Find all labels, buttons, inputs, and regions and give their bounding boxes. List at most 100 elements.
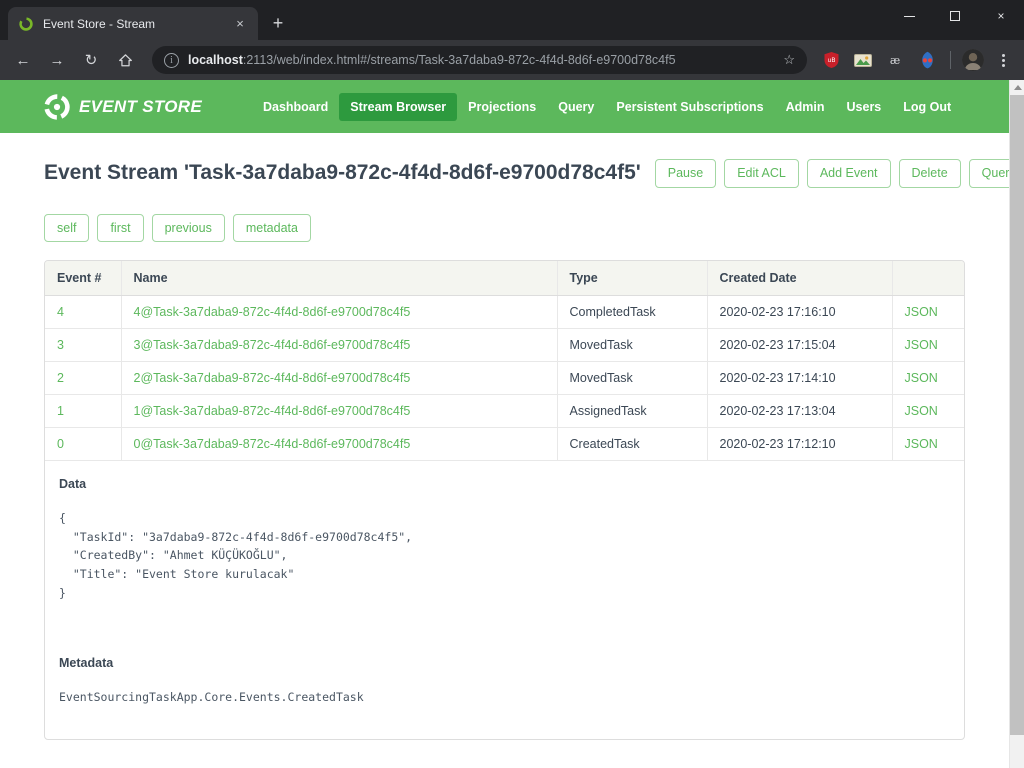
cell-event-number: 4 bbox=[45, 295, 121, 329]
nav-item-stream-browser[interactable]: Stream Browser bbox=[339, 92, 458, 121]
toolbar-divider bbox=[950, 51, 951, 69]
metadata-heading: Metadata bbox=[59, 656, 114, 671]
page-scrollbar[interactable] bbox=[1009, 80, 1024, 768]
col-header-event-number[interactable]: Event # bbox=[45, 261, 121, 296]
stream-panel: Event # Name Type Created Date 4 4@Task-… bbox=[44, 260, 965, 740]
avatar[interactable] bbox=[962, 49, 984, 71]
app-logo[interactable]: EVENT STORE bbox=[44, 93, 202, 120]
nav-item-query[interactable]: Query bbox=[547, 93, 605, 121]
json-link[interactable]: JSON bbox=[905, 437, 938, 451]
cell-created-date: 2020-02-23 17:13:04 bbox=[706, 394, 892, 428]
nav-item-persistent-subscriptions[interactable]: Persistent Subscriptions bbox=[605, 93, 774, 121]
link-self-button[interactable]: self bbox=[44, 213, 90, 242]
eventstore-circle-icon bbox=[18, 16, 34, 32]
edit-acl-button[interactable]: Edit ACL bbox=[724, 159, 799, 188]
forward-icon[interactable]: → bbox=[42, 45, 72, 75]
mask-extension-icon[interactable] bbox=[914, 47, 940, 73]
col-header-format bbox=[891, 261, 964, 296]
cell-event-number: 1 bbox=[45, 394, 121, 428]
event-name-link[interactable]: 0@Task-3a7daba9-872c-4f4d-8d6f-e9700d78c… bbox=[134, 437, 411, 451]
event-name-link[interactable]: 4@Task-3a7daba9-872c-4f4d-8d6f-e9700d78c… bbox=[134, 305, 411, 319]
home-icon[interactable] bbox=[110, 45, 140, 75]
address-bar[interactable]: i localhost:2113/web/index.html#/streams… bbox=[152, 46, 807, 74]
link-previous-button[interactable]: previous bbox=[151, 213, 225, 242]
window-maximize-button[interactable] bbox=[932, 0, 978, 32]
nav-item-projections[interactable]: Projections bbox=[457, 93, 547, 121]
cell-event-number: 3 bbox=[45, 328, 121, 362]
cell-created-date: 2020-02-23 17:16:10 bbox=[706, 295, 892, 329]
scrollbar-up-arrow-icon[interactable] bbox=[1010, 80, 1024, 95]
table-row[interactable]: 4 4@Task-3a7daba9-872c-4f4d-8d6f-e9700d7… bbox=[45, 295, 964, 329]
nav-item-users[interactable]: Users bbox=[836, 93, 893, 121]
cell-type: CompletedTask bbox=[556, 295, 707, 329]
data-heading: Data bbox=[59, 477, 87, 491]
event-number-link[interactable]: 4 bbox=[57, 305, 64, 319]
cell-name: 2@Task-3a7daba9-872c-4f4d-8d6f-e9700d78c… bbox=[120, 361, 557, 395]
delete-button[interactable]: Delete bbox=[898, 159, 961, 188]
scrollbar-thumb[interactable] bbox=[1010, 95, 1024, 735]
col-header-created-date[interactable]: Created Date bbox=[706, 261, 892, 296]
tab-strip: Event Store - Stream × + bbox=[0, 0, 292, 40]
cell-format: JSON bbox=[891, 361, 964, 395]
gallery-icon[interactable] bbox=[850, 47, 876, 73]
link-metadata-button[interactable]: metadata bbox=[232, 213, 311, 242]
nav-item-log-out[interactable]: Log Out bbox=[892, 93, 962, 121]
app-brand-text: EVENT STORE bbox=[79, 96, 202, 116]
cell-created-date: 2020-02-23 17:14:10 bbox=[706, 361, 892, 395]
nav-item-admin[interactable]: Admin bbox=[775, 93, 836, 121]
event-name-link[interactable]: 2@Task-3a7daba9-872c-4f4d-8d6f-e9700d78c… bbox=[134, 371, 411, 385]
col-header-name[interactable]: Name bbox=[120, 261, 557, 296]
event-number-link[interactable]: 2 bbox=[57, 371, 64, 385]
table-row[interactable]: 0 0@Task-3a7daba9-872c-4f4d-8d6f-e9700d7… bbox=[45, 427, 964, 461]
json-link[interactable]: JSON bbox=[905, 338, 938, 352]
window-close-button[interactable]: × bbox=[978, 0, 1024, 32]
add-event-button[interactable]: Add Event bbox=[806, 159, 891, 188]
browser-titlebar: Event Store - Stream × + × bbox=[0, 0, 1024, 40]
chrome-menu-icon[interactable] bbox=[990, 47, 1016, 73]
event-number-link[interactable]: 3 bbox=[57, 338, 64, 352]
metadata-body: EventSourcingTaskApp.Core.Events.Created… bbox=[59, 690, 364, 705]
ublock-origin-icon[interactable]: uB bbox=[818, 47, 844, 73]
cell-event-number: 2 bbox=[45, 361, 121, 395]
page-footer: Event Store 5.0.5.0 · Documentation · Su… bbox=[44, 740, 965, 768]
cell-created-date: 2020-02-23 17:12:10 bbox=[706, 427, 892, 461]
table-row[interactable]: 1 1@Task-3a7daba9-872c-4f4d-8d6f-e9700d7… bbox=[45, 394, 964, 428]
title-row: Event Stream 'Task-3a7daba9-872c-4f4d-8d… bbox=[44, 133, 1024, 196]
window-minimize-button[interactable] bbox=[886, 0, 932, 32]
extension-icons: uB æ bbox=[815, 47, 1016, 73]
col-header-type[interactable]: Type bbox=[556, 261, 707, 296]
reload-icon[interactable]: ↻ bbox=[76, 45, 106, 75]
table-header-row: Event # Name Type Created Date bbox=[45, 261, 964, 296]
link-first-button[interactable]: first bbox=[97, 213, 144, 242]
app-nav: Dashboard Stream Browser Projections Que… bbox=[252, 80, 962, 133]
event-number-link[interactable]: 0 bbox=[57, 437, 64, 451]
browser-tab[interactable]: Event Store - Stream × bbox=[8, 7, 258, 40]
app-header: EVENT STORE Dashboard Stream Browser Pro… bbox=[0, 80, 1009, 133]
json-link[interactable]: JSON bbox=[905, 404, 938, 418]
cell-created-date: 2020-02-23 17:15:04 bbox=[706, 328, 892, 362]
table-row[interactable]: 3 3@Task-3a7daba9-872c-4f4d-8d6f-e9700d7… bbox=[45, 328, 964, 362]
event-name-link[interactable]: 3@Task-3a7daba9-872c-4f4d-8d6f-e9700d78c… bbox=[134, 338, 411, 352]
table-row[interactable]: 2 2@Task-3a7daba9-872c-4f4d-8d6f-e9700d7… bbox=[45, 361, 964, 395]
ae-extension-icon[interactable]: æ bbox=[882, 47, 908, 73]
cell-format: JSON bbox=[891, 295, 964, 329]
cell-name: 0@Task-3a7daba9-872c-4f4d-8d6f-e9700d78c… bbox=[120, 427, 557, 461]
svg-text:æ: æ bbox=[890, 54, 900, 67]
bookmark-star-icon[interactable]: ☆ bbox=[783, 52, 795, 68]
svg-text:uB: uB bbox=[827, 57, 835, 64]
pause-button[interactable]: Pause bbox=[654, 159, 717, 188]
json-link[interactable]: JSON bbox=[905, 371, 938, 385]
cell-type: CreatedTask bbox=[556, 427, 707, 461]
browser-toolbar: ← → ↻ i localhost:2113/web/index.html#/s… bbox=[0, 40, 1024, 80]
new-tab-button[interactable]: + bbox=[264, 9, 292, 37]
event-number-link[interactable]: 1 bbox=[57, 404, 64, 418]
event-name-link[interactable]: 1@Task-3a7daba9-872c-4f4d-8d6f-e9700d78c… bbox=[134, 404, 411, 418]
window-controls: × bbox=[886, 0, 1024, 32]
json-link[interactable]: JSON bbox=[905, 305, 938, 319]
site-info-icon[interactable]: i bbox=[164, 52, 179, 68]
nav-item-dashboard[interactable]: Dashboard bbox=[252, 93, 339, 121]
back-icon[interactable]: ← bbox=[8, 45, 38, 75]
eventstore-logo-icon bbox=[44, 93, 70, 120]
tab-close-icon[interactable]: × bbox=[232, 16, 248, 32]
cell-format: JSON bbox=[891, 427, 964, 461]
